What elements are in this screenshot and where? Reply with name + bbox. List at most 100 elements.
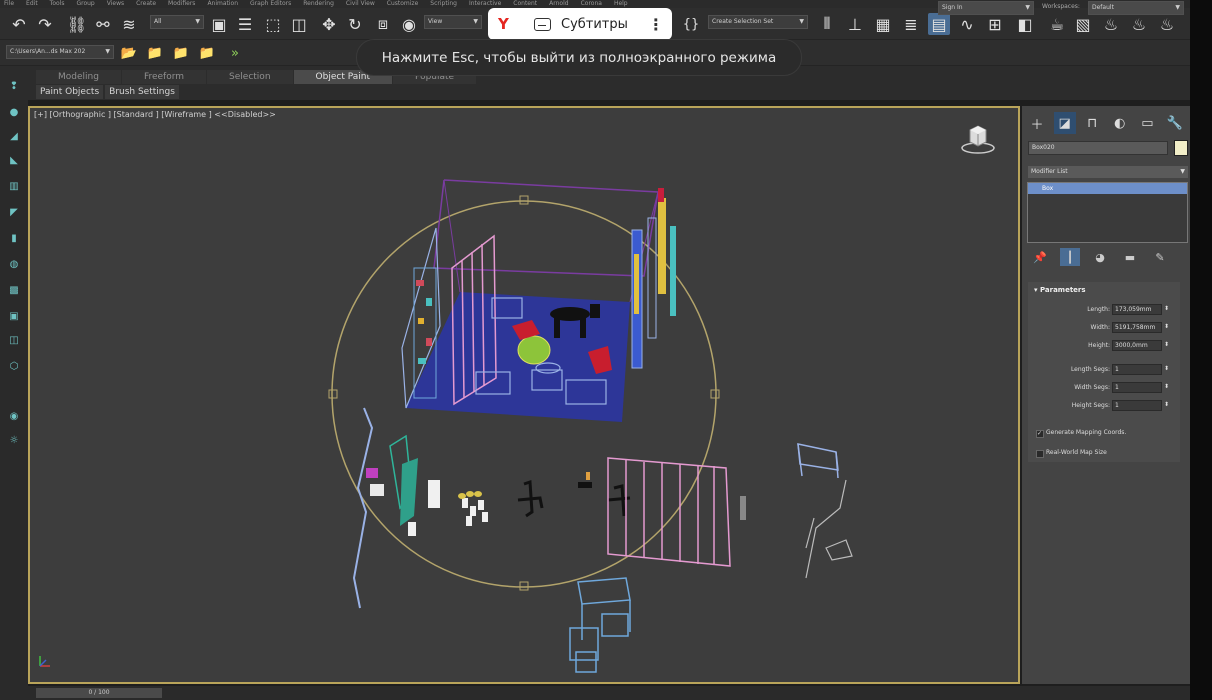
ribbon-subtab[interactable]: Paint Objects: [36, 85, 104, 99]
utilities-tab-icon[interactable]: 🔧: [1164, 112, 1186, 134]
modifier-list-dropdown[interactable]: Modifier List: [1028, 166, 1188, 178]
spinner-icon[interactable]: ⬍: [1164, 401, 1169, 408]
generate-mapping-checkbox[interactable]: Generate Mapping Coords.: [1036, 428, 1181, 438]
time-slider[interactable]: 0 / 100: [36, 688, 162, 698]
workspace-dropdown[interactable]: Default: [1088, 1, 1184, 15]
select-object-icon[interactable]: ▣: [208, 13, 230, 35]
pin-stack-icon[interactable]: 📌: [1030, 248, 1050, 266]
menu-item[interactable]: Interactive: [469, 0, 501, 8]
redo-icon[interactable]: ↷: [34, 13, 56, 35]
menu-item[interactable]: Animation: [207, 0, 238, 8]
stack-item-box[interactable]: Box: [1028, 183, 1187, 194]
project-folder-icon[interactable]: 📂: [120, 44, 138, 62]
curly-brace-icon[interactable]: {}: [682, 15, 700, 33]
show-end-result-icon[interactable]: ┃: [1060, 248, 1080, 266]
unlink-icon[interactable]: ⚯: [92, 13, 114, 35]
param-value-field[interactable]: 3000,0mm: [1112, 340, 1162, 351]
spinner-icon[interactable]: ⬍: [1164, 341, 1169, 348]
menu-item[interactable]: File: [4, 0, 14, 8]
schematic-view-icon[interactable]: ⊞: [984, 13, 1006, 35]
parameters-title[interactable]: ▾ Parameters: [1028, 282, 1180, 298]
ref-coord-dropdown[interactable]: View: [424, 15, 482, 29]
rect-selection-icon[interactable]: ⬚: [262, 13, 284, 35]
param-value-field[interactable]: 1: [1112, 382, 1162, 393]
menu-item[interactable]: Arnold: [549, 0, 568, 8]
modify-tab-icon[interactable]: ◪: [1053, 112, 1076, 134]
viewcube-icon[interactable]: [958, 122, 998, 156]
motion-tab-icon[interactable]: ◐: [1109, 112, 1131, 134]
lightbulb-icon[interactable]: ☼: [7, 434, 21, 448]
layer-explorer-icon[interactable]: ≣: [900, 13, 922, 35]
param-value-field[interactable]: 5191,758mm: [1112, 322, 1162, 333]
mirror-tool-icon[interactable]: ▮: [7, 232, 21, 246]
ribbon-subtab[interactable]: Brush Settings: [105, 85, 179, 99]
param-value-field[interactable]: 173,059mm: [1112, 304, 1162, 315]
object-name-field[interactable]: Box020: [1028, 141, 1168, 155]
mirror-icon[interactable]: ⫴: [816, 13, 838, 35]
scale-icon[interactable]: ⧈: [372, 13, 394, 35]
menu-item[interactable]: Help: [614, 0, 628, 8]
menu-item[interactable]: Content: [513, 0, 537, 8]
save-project-icon[interactable]: 📁: [172, 44, 190, 62]
ribbon-tab[interactable]: Selection: [207, 70, 293, 84]
archive-project-icon[interactable]: 📁: [198, 44, 216, 62]
selection-filter-dropdown[interactable]: All: [150, 15, 204, 29]
array-icon[interactable]: ◍: [7, 258, 21, 272]
param-value-field[interactable]: 1: [1112, 364, 1162, 375]
display-tab-icon[interactable]: ▭: [1136, 112, 1158, 134]
set-project-icon[interactable]: 📁: [146, 44, 164, 62]
snapshot-icon[interactable]: ▩: [7, 284, 21, 298]
angle-snap-icon[interactable]: ◢: [7, 130, 21, 144]
placement-icon[interactable]: ◉: [398, 13, 420, 35]
link-icon[interactable]: ⛓: [66, 13, 88, 35]
render-online-icon[interactable]: ♨: [1156, 13, 1178, 35]
menu-item[interactable]: Customize: [387, 0, 419, 8]
create-icon[interactable]: ❢: [7, 80, 21, 94]
real-world-map-checkbox[interactable]: Real-World Map Size: [1036, 448, 1181, 458]
isolate-icon[interactable]: ◉: [7, 410, 21, 424]
curve-editor-icon[interactable]: ∿: [956, 13, 978, 35]
edit-named-selection-icon[interactable]: ◤: [7, 206, 21, 220]
remove-modifier-icon[interactable]: ▬: [1120, 248, 1140, 266]
menu-item[interactable]: Group: [76, 0, 94, 8]
expand-chevron-icon[interactable]: »: [226, 44, 244, 62]
snap-icon[interactable]: ●: [7, 106, 21, 120]
render-teapot-icon[interactable]: ♨: [1100, 13, 1122, 35]
spinner-icon[interactable]: ⬍: [1164, 365, 1169, 372]
named-selection-dropdown[interactable]: Create Selection Set: [708, 15, 808, 29]
param-value-field[interactable]: 1: [1112, 400, 1162, 411]
menu-item[interactable]: Views: [107, 0, 124, 8]
menu-item[interactable]: Scripting: [430, 0, 457, 8]
scene-explorer-icon[interactable]: ▦: [872, 13, 894, 35]
project-path-dropdown[interactable]: C:\Users\An...ds Max 202: [6, 45, 114, 59]
menu-item[interactable]: Graph Editors: [250, 0, 291, 8]
spinner-snap-icon[interactable]: ▥: [7, 180, 21, 194]
menu-item[interactable]: Civil View: [346, 0, 375, 8]
menu-item[interactable]: Create: [136, 0, 156, 8]
spinner-icon[interactable]: ⬍: [1164, 323, 1169, 330]
quick-align-icon[interactable]: ⬡: [7, 360, 21, 374]
window-crossing-icon[interactable]: ◫: [288, 13, 310, 35]
menu-item[interactable]: Rendering: [303, 0, 334, 8]
percent-snap-icon[interactable]: ◣: [7, 154, 21, 168]
material-editor-icon[interactable]: ◧: [1014, 13, 1036, 35]
spacing-tool-icon[interactable]: ▣: [7, 310, 21, 324]
undo-icon[interactable]: ↶: [8, 13, 30, 35]
spinner-icon[interactable]: ⬍: [1164, 305, 1169, 312]
spinner-icon[interactable]: ⬍: [1164, 383, 1169, 390]
create-tab-icon[interactable]: ＋: [1026, 112, 1048, 134]
configure-sets-icon[interactable]: ✎: [1150, 248, 1170, 266]
rendered-frame-icon[interactable]: ▧: [1072, 13, 1094, 35]
yandex-logo[interactable]: Y: [498, 15, 522, 33]
make-unique-icon[interactable]: ◕: [1090, 248, 1110, 266]
hierarchy-tab-icon[interactable]: ⊓: [1081, 112, 1103, 134]
ribbon-tab[interactable]: Modeling: [36, 70, 121, 84]
menu-item[interactable]: Tools: [50, 0, 65, 8]
select-by-name-icon[interactable]: ☰: [234, 13, 256, 35]
move-icon[interactable]: ✥: [318, 13, 340, 35]
subtitles-icon[interactable]: [534, 17, 551, 31]
more-icon[interactable]: ⋮: [648, 15, 664, 34]
rotate-icon[interactable]: ↻: [344, 13, 366, 35]
viewport-orthographic[interactable]: [+] [Orthographic ] [Standard ] [Wirefra…: [28, 106, 1020, 684]
menu-item[interactable]: Modifiers: [168, 0, 195, 8]
